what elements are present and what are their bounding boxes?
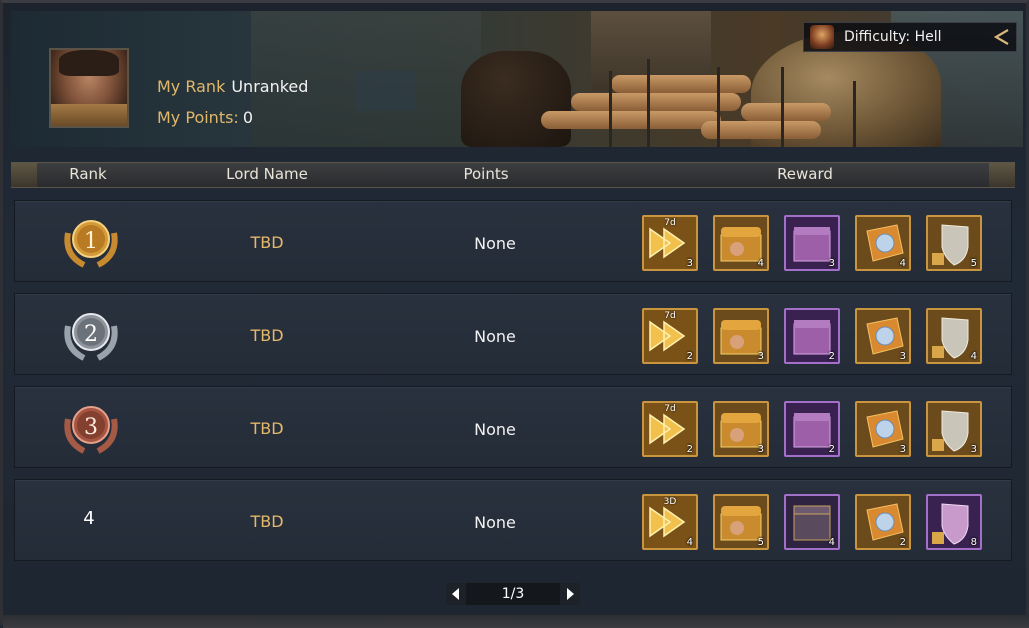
speedup-icon[interactable]: 7d 2 [642,401,698,457]
rank-number: 2 [84,322,98,347]
rank-number: 4 [83,508,95,529]
treasure-chest-icon[interactable]: 4 [713,215,769,271]
reward-count: 4 [899,258,906,269]
speedup-icon[interactable]: 7d 3 [642,215,698,271]
reward-count: 4 [970,351,977,362]
shield-icon[interactable]: 5 [926,215,982,271]
reward-count: 3 [970,444,977,455]
reward-count: 5 [757,537,764,548]
reward-count: 3 [686,258,693,269]
reward-count: 8 [970,537,977,548]
reward-count: 4 [828,537,835,548]
chevron-left-icon[interactable] [992,27,1012,47]
table-row: 2 TBD None 7d 2 3 2 3 4 [14,293,1012,375]
difficulty-demon-icon [810,25,834,49]
reward-count: 3 [899,351,906,362]
reward-count: 5 [970,258,977,269]
speedup-icon[interactable]: 3D 4 [642,494,698,550]
table-row: 4 TBD None 3D 4 5 4 2 8 [14,479,1012,561]
my-points-value: 0 [242,108,253,127]
reward-count: 4 [757,258,764,269]
reward-count: 2 [828,444,835,455]
page-indicator: 1/3 [501,586,525,602]
points-value: None [474,420,516,439]
pagination: 1/3 [446,583,580,605]
my-rank-value: Unranked [231,77,309,96]
rank-panel: My Rank Unranked My Points: 0 Difficulty: … [0,0,1029,628]
puzzle-gem-icon[interactable]: 3 [855,308,911,364]
lord-name: TBD [250,419,284,438]
treasure-chest-icon[interactable]: 5 [713,494,769,550]
puzzle-gem-icon[interactable]: 3 [855,401,911,457]
reward-count: 3 [757,444,764,455]
lord-name: TBD [250,326,284,345]
purple-chest-icon[interactable]: 2 [784,401,840,457]
treasure-chest-icon[interactable]: 3 [713,401,769,457]
lord-name: TBD [250,233,284,252]
rank-number: 3 [84,415,98,440]
points-value: None [474,513,516,532]
points-value: None [474,234,516,253]
arrow-left-icon[interactable] [446,583,466,605]
difficulty-label: Difficulty: Hell [844,29,942,45]
treasure-chest-icon[interactable]: 3 [713,308,769,364]
reward-count: 2 [899,537,906,548]
reward-count: 2 [828,351,835,362]
lord-name: TBD [250,512,284,531]
table-header: Rank Lord Name Points Reward [11,162,1015,188]
my-points-label: My Points: [157,108,239,127]
points-value: None [474,327,516,346]
gold-trimmed-chest-icon[interactable]: 4 [784,494,840,550]
purple-chest-icon[interactable]: 3 [784,215,840,271]
purple-chest-icon[interactable]: 2 [784,308,840,364]
shield-icon[interactable]: 4 [926,308,982,364]
my-rank-label: My Rank [157,77,226,96]
header-lord-name: Lord Name [226,165,308,183]
puzzle-gem-icon[interactable]: 4 [855,215,911,271]
purple-shield-icon[interactable]: 8 [926,494,982,550]
table-row: 3 TBD None 7d 2 3 2 3 3 [14,386,1012,468]
reward-count: 2 [686,351,693,362]
header-reward: Reward [777,165,833,183]
difficulty-selector[interactable]: Difficulty: Hell [803,22,1017,52]
rank-number: 1 [84,229,98,254]
puzzle-gem-icon[interactable]: 2 [855,494,911,550]
reward-count: 4 [686,537,693,548]
header-rank: Rank [69,165,107,183]
reward-count: 3 [899,444,906,455]
reward-count: 3 [757,351,764,362]
reward-count: 2 [686,444,693,455]
arrow-right-icon[interactable] [560,583,580,605]
shield-icon[interactable]: 3 [926,401,982,457]
lord-avatar[interactable] [49,48,129,128]
reward-count: 3 [828,258,835,269]
my-rank: My Rank Unranked [157,77,308,96]
speedup-icon[interactable]: 7d 2 [642,308,698,364]
header-points: Points [463,165,509,183]
table-row: 1 TBD None 7d 3 4 3 4 5 [14,200,1012,282]
my-points: My Points: 0 [157,108,253,127]
